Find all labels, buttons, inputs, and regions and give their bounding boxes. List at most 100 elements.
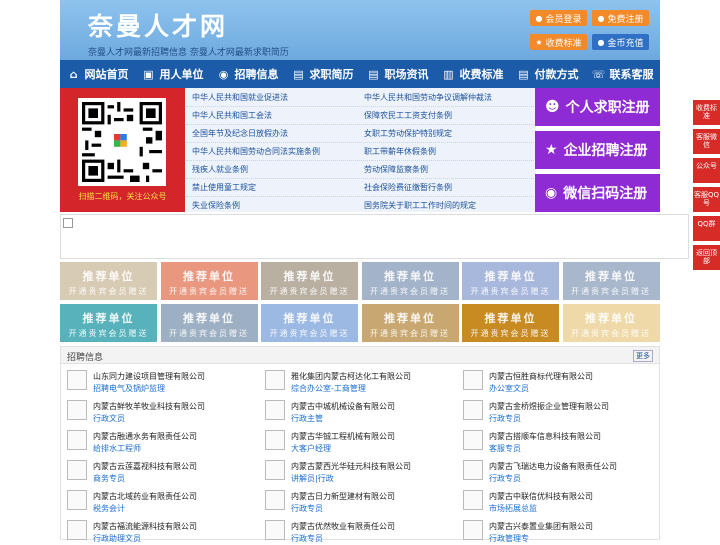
job-position[interactable]: 行政主管 [291,413,323,424]
law-link[interactable]: 保障农民工工资支付条例 [364,110,452,121]
job-position[interactable]: 行政专员 [489,473,521,484]
nav-resumes[interactable]: ▤ 求职简历 [285,60,360,88]
law-link[interactable]: 中华人民共和国劳动争议调解仲裁法 [364,92,492,103]
job-position[interactable]: 给排水工程师 [93,443,141,454]
recommended-unit-tile[interactable]: 推荐单位 开通贵宾会员赠送 [160,304,258,342]
job-position[interactable]: 行政专员 [291,533,323,544]
company-name[interactable]: 内蒙古福流能源科技有限公司 [93,521,197,532]
company-name[interactable]: 内蒙古优然牧业有限责任公司 [291,521,395,532]
login-button[interactable]: ● 会员登录 [530,10,587,26]
job-position[interactable]: 行政专员 [291,503,323,514]
company-name[interactable]: 内蒙古蒙西光华硅元科技有限公司 [291,461,411,472]
company-logo[interactable] [463,430,483,450]
nav-employers[interactable]: ▣ 用人单位 [135,60,210,88]
law-link[interactable]: 失业保险条例 [192,200,240,211]
company-name[interactable]: 内蒙古金桥煜振企业管理有限公司 [489,401,609,412]
job-position[interactable]: 讲解员|行政 [291,473,334,484]
company-logo[interactable] [463,520,483,540]
sidebar-button[interactable]: 返回顶部 [693,245,720,270]
wechat-register-button[interactable]: ◉ 微信扫码注册 [535,174,660,212]
recharge-button[interactable]: ● 金币充值 [592,34,649,50]
recommended-unit-tile[interactable]: 推荐单位 开通贵宾会员赠送 [562,262,660,300]
law-link[interactable]: 女职工劳动保护特别规定 [364,128,452,139]
job-position[interactable]: 商务专员 [93,473,125,484]
job-position[interactable]: 行政文员 [93,413,125,424]
company-logo[interactable] [265,460,285,480]
job-position[interactable]: 综合办公室-工商管理 [291,383,366,394]
nav-pricing[interactable]: ▥ 收费标准 [435,60,510,88]
company-name[interactable]: 雅化集团内蒙古柯达化工有限公司 [291,371,411,382]
sidebar-button[interactable]: 客服QQ号 [693,187,720,212]
company-logo[interactable] [463,400,483,420]
law-link[interactable]: 职工带薪年休假条例 [364,146,436,157]
job-position[interactable]: 行政助理文员 [93,533,141,544]
sidebar-button[interactable]: 公众号 [693,158,720,183]
recommended-unit-tile[interactable]: 推荐单位 开通贵宾会员赠送 [261,262,358,300]
job-position[interactable]: 招聘电气及锅炉监理 [93,383,165,394]
job-position[interactable]: 大客户经理 [291,443,331,454]
company-name[interactable]: 内蒙古中联信优科技有限公司 [489,491,593,502]
company-name[interactable]: 内蒙古搭顺车信息科技有限公司 [489,431,601,442]
job-position[interactable]: 市场拓展总监 [489,503,537,514]
law-link[interactable]: 国务院关于职工工作时间的规定 [364,200,476,211]
register-button[interactable]: ● 免费注册 [592,10,649,26]
recommended-unit-tile[interactable]: 推荐单位 开通贵宾会员赠送 [462,262,559,300]
company-name[interactable]: 内蒙古北域药业有限责任公司 [93,491,197,502]
recommended-unit-tile[interactable]: 推荐单位 开通贵宾会员赠送 [60,304,157,342]
company-logo[interactable] [67,370,87,390]
company-logo[interactable] [463,460,483,480]
company-name[interactable]: 内蒙古融通水务有限责任公司 [93,431,197,442]
law-link[interactable]: 中华人民共和国劳动合同法实施条例 [192,146,320,157]
pricing-button[interactable]: ★ 收费标准 [530,34,587,50]
company-name[interactable]: 内蒙古华铖工程机械有限公司 [291,431,395,442]
sidebar-button[interactable]: 收费标准 [693,100,720,125]
job-position[interactable]: 办公室文员 [489,383,529,394]
law-link[interactable]: 全国年节及纪念日放假办法 [192,128,288,139]
personal-register-button[interactable]: ☻ 个人求职注册 [535,88,660,126]
company-name[interactable]: 内蒙古恒胜商标代理有限公司 [489,371,593,382]
law-link[interactable]: 中华人民共和国工会法 [192,110,272,121]
job-position[interactable]: 行政管理专 [489,533,529,544]
recommended-unit-tile[interactable]: 推荐单位 开通贵宾会员赠送 [562,304,660,342]
nav-home[interactable]: ⌂ 网站首页 [60,60,135,88]
company-logo[interactable] [67,490,87,510]
nav-payment[interactable]: ▤ 付款方式 [510,60,585,88]
company-logo[interactable] [265,520,285,540]
more-link[interactable]: 更多 [633,350,653,362]
company-logo[interactable] [265,370,285,390]
law-link[interactable]: 社会保险费征缴暂行条例 [364,182,452,193]
company-name[interactable]: 内蒙古飞瑞达电力设备有限责任公司 [489,461,617,472]
job-position[interactable]: 行政专员 [489,413,521,424]
sidebar-button[interactable]: QQ群 [693,216,720,241]
company-logo[interactable] [265,400,285,420]
company-logo[interactable] [67,430,87,450]
ad-banner[interactable] [60,214,689,259]
recommended-unit-tile[interactable]: 推荐单位 开通贵宾会员赠送 [462,304,559,342]
law-link[interactable]: 残疾人就业条例 [192,164,248,175]
job-position[interactable]: 客服专员 [489,443,521,454]
company-name[interactable]: 内蒙古中城机械设备有限公司 [291,401,395,412]
company-logo[interactable] [67,460,87,480]
recommended-unit-tile[interactable]: 推荐单位 开通贵宾会员赠送 [261,304,358,342]
job-position[interactable]: 税务会计 [93,503,125,514]
company-logo[interactable] [463,370,483,390]
nav-contact[interactable]: ☏ 联系客服 [585,60,660,88]
company-logo[interactable] [265,490,285,510]
company-logo[interactable] [463,490,483,510]
nav-jobs[interactable]: ◉ 招聘信息 [210,60,285,88]
company-name[interactable]: 内蒙古云莲嘉视科技有限公司 [93,461,197,472]
recommended-unit-tile[interactable]: 推荐单位 开通贵宾会员赠送 [60,262,157,300]
nav-news[interactable]: ▤ 职场资讯 [360,60,435,88]
company-logo[interactable] [265,430,285,450]
law-link[interactable]: 禁止使用童工规定 [192,182,256,193]
company-logo[interactable] [67,400,87,420]
law-link[interactable]: 中华人民共和国就业促进法 [192,92,288,103]
company-register-button[interactable]: ★ 企业招聘注册 [535,131,660,169]
recommended-unit-tile[interactable]: 推荐单位 开通贵宾会员赠送 [160,262,258,300]
law-link[interactable]: 劳动保障监察条例 [364,164,428,175]
company-name[interactable]: 内蒙古日力新型建材有限公司 [291,491,395,502]
company-name[interactable]: 内蒙古鲜牧羊牧业科技有限公司 [93,401,205,412]
company-logo[interactable] [67,520,87,540]
company-name[interactable]: 内蒙古兴泰置业集团有限公司 [489,521,593,532]
sidebar-button[interactable]: 客服微信 [693,129,720,154]
